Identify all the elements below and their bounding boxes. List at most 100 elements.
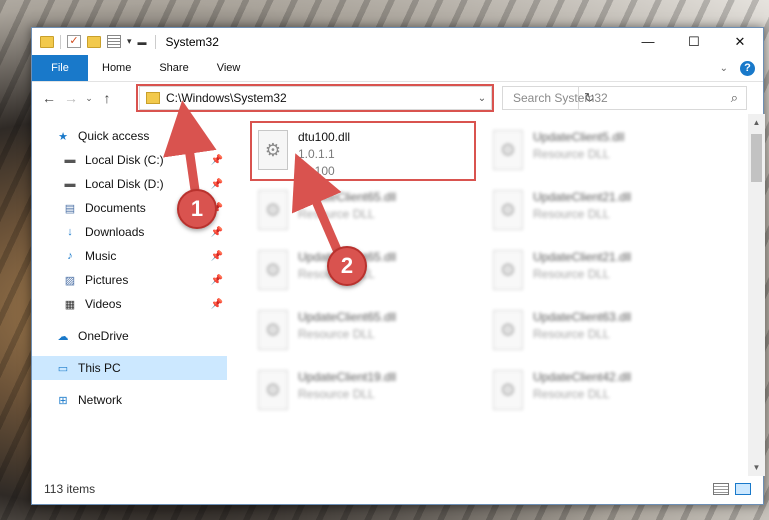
sidebar-item-onedrive[interactable]: ☁ OneDrive [32,324,227,348]
ribbon-right-controls: ⌄ ? [720,55,763,81]
music-icon: ♪ [67,250,73,262]
file-highlight-box [250,121,476,181]
dll-file-icon: ⚙ [493,370,523,410]
sidebar-item-videos[interactable]: ▦ Videos 📌 [32,292,227,316]
back-arrow-icon[interactable]: ← [38,90,60,106]
sidebar-item-label: This PC [78,361,121,375]
search-input[interactable]: Search System32 ⌕ [502,86,747,110]
file-item[interactable]: ⚙ UpdateClient63.dll Resource DLL [487,304,707,360]
pin-icon[interactable]: 📌 [211,155,223,166]
explorer-body: ★ Quick access ▬ Local Disk (C:) 📌 ▬ Loc… [32,114,765,476]
file-item[interactable]: ⚙ UpdateClient65.dll Resource DLL [252,304,472,360]
file-name: UpdateClient19.dll [298,370,397,384]
dll-file-icon: ⚙ [493,130,523,170]
navigation-pane: ★ Quick access ▬ Local Disk (C:) 📌 ▬ Loc… [32,114,227,476]
title-divider [154,34,156,49]
title-bar: ✓ ▾ ▬ System32 — ☐ ✕ [32,28,763,55]
sidebar-item-network[interactable]: ⊞ Network [32,388,227,412]
file-description: Resource DLL [533,387,610,401]
file-description: Resource DLL [533,327,610,341]
sidebar-item-quick-access[interactable]: ★ Quick access [32,124,227,148]
sidebar-item-label: Quick access [78,129,150,143]
file-name: UpdateClient21.dll [533,250,632,264]
pin-icon[interactable]: 📌 [211,179,223,190]
cloud-icon: ☁ [57,330,69,343]
file-description: Resource DLL [298,207,375,221]
toolbar-divider [60,34,61,49]
recent-locations-icon[interactable]: ⌄ [82,93,96,104]
properties-icon[interactable] [107,35,121,48]
star-icon: ★ [58,130,68,143]
tab-share[interactable]: Share [145,55,202,81]
drive-icon: ▬ [64,178,76,190]
dll-file-icon: ⚙ [258,250,288,290]
dll-file-icon: ⚙ [493,190,523,230]
sidebar-item-this-pc[interactable]: ▭ This PC [32,356,227,380]
tab-home[interactable]: Home [88,55,145,81]
details-view-icon[interactable] [713,483,729,495]
view-switcher [713,483,765,495]
properties-check-icon[interactable]: ✓ [67,35,81,48]
file-explorer-window: ✓ ▾ ▬ System32 — ☐ ✕ File Home Share Vie… [31,27,765,505]
status-bar: 113 items [32,474,765,504]
up-arrow-icon[interactable]: ↑ [96,90,118,106]
expand-ribbon-icon[interactable]: ⌄ [720,63,728,74]
download-icon: ↓ [67,226,73,238]
sidebar-item-label: Pictures [85,273,129,287]
step-one-badge: 1 [177,189,217,229]
help-icon[interactable]: ? [740,60,755,76]
file-description: Resource DLL [533,207,610,221]
chevron-down-icon[interactable]: ▾ [127,36,132,47]
pin-icon[interactable]: 📌 [211,227,223,238]
sidebar-item-music[interactable]: ♪ Music 📌 [32,244,227,268]
file-description: Resource DLL [298,327,375,341]
step-two-badge: 2 [327,246,367,286]
dll-file-icon: ⚙ [258,370,288,410]
sidebar-item-pictures[interactable]: ▨ Pictures 📌 [32,268,227,292]
forward-arrow-icon[interactable]: → [60,90,82,106]
scroll-up-icon[interactable]: ▲ [748,114,765,131]
scrollbar-thumb[interactable] [751,134,762,182]
dll-file-icon: ⚙ [258,310,288,350]
search-placeholder: Search System32 [513,91,608,105]
vertical-scrollbar[interactable]: ▲ ▼ [748,114,765,476]
pin-icon[interactable]: 📌 [211,275,223,286]
tiles-view-icon[interactable] [735,483,751,495]
file-name: UpdateClient63.dll [533,310,632,324]
file-name: UpdateClient65.dll [298,190,397,204]
sidebar-item-label: Local Disk (C:) [85,153,164,167]
window-title: System32 [165,34,219,49]
file-item[interactable]: ⚙ UpdateClient42.dll Resource DLL [487,364,707,420]
ribbon-tabs: File Home Share View ⌄ ? [32,55,763,82]
quick-access-toolbar: ✓ ▾ ▬ [32,34,147,49]
file-name: UpdateClient5.dll [533,130,625,144]
documents-icon: ▤ [64,202,76,215]
pin-icon[interactable]: 📌 [211,299,223,310]
drive-icon: ▬ [64,154,76,166]
network-icon: ⊞ [58,394,68,407]
file-item[interactable]: ⚙ UpdateClient21.dll Resource DLL [487,244,707,300]
tab-file[interactable]: File [32,55,88,81]
sidebar-item-label: Documents [85,201,146,215]
maximize-button[interactable]: ☐ [671,28,717,55]
file-item[interactable]: ⚙ UpdateClient19.dll Resource DLL [252,364,472,420]
navigation-bar: ← → ⌄ ↑ C:\Windows\System32 ⌄ ↻ Search S… [32,82,763,114]
file-item[interactable]: ⚙ UpdateClient5.dll Resource DLL [487,124,707,180]
dll-file-icon: ⚙ [493,250,523,290]
customize-toolbar-icon[interactable]: ▬ [138,37,147,47]
window-controls: — ☐ ✕ [625,28,763,55]
file-description: Resource DLL [533,267,610,281]
file-item[interactable]: ⚙ UpdateClient65.dll Resource DLL [252,184,472,240]
search-icon[interactable]: ⌕ [731,90,738,106]
tab-view[interactable]: View [203,55,255,81]
sidebar-item-local-disk-c[interactable]: ▬ Local Disk (C:) 📌 [32,148,227,172]
file-item[interactable]: ⚙ UpdateClient21.dll Resource DLL [487,184,707,240]
minimize-button[interactable]: — [625,28,671,55]
pin-icon[interactable]: 📌 [211,251,223,262]
new-folder-icon[interactable] [87,35,101,48]
sidebar-item-label: Local Disk (D:) [85,177,164,191]
close-button[interactable]: ✕ [717,28,763,55]
videos-icon: ▦ [64,298,76,311]
folder-icon [40,35,54,48]
file-name: UpdateClient21.dll [533,190,632,204]
